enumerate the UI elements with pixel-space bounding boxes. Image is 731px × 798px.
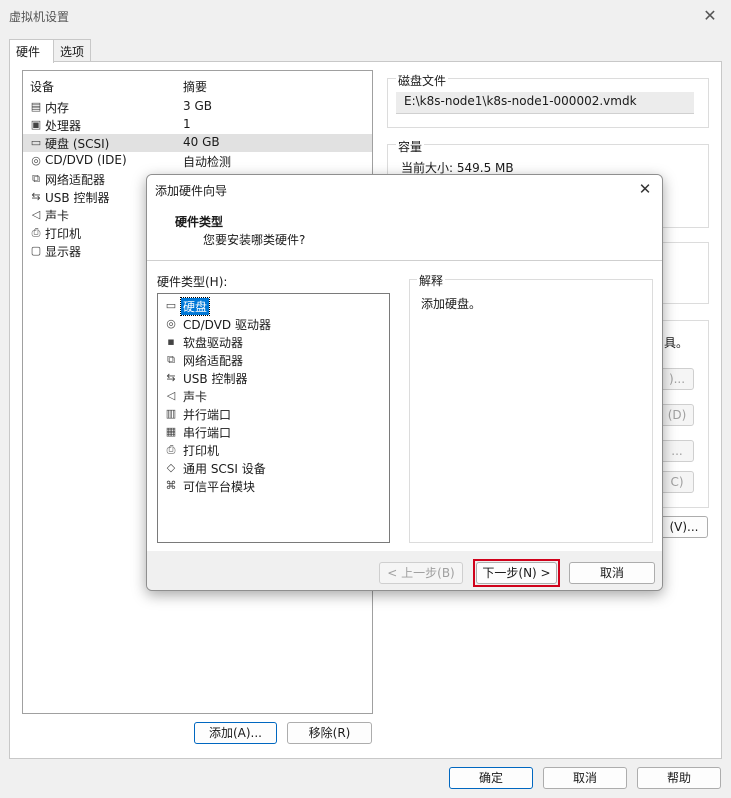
- utility-button-4[interactable]: C): [660, 471, 694, 493]
- add-hardware-wizard: 添加硬件向导 ✕ 硬件类型 您要安装哪类硬件? 硬件类型(H): ▭ 硬盘 ◎ CD/…: [146, 174, 663, 591]
- device-summary: 自动检测: [183, 155, 232, 169]
- network-adapter-icon: ⧉: [32, 172, 40, 185]
- cancel-button[interactable]: 取消: [543, 767, 627, 789]
- sound-icon: ◁: [166, 389, 176, 402]
- tab-hardware[interactable]: 硬件: [9, 39, 54, 63]
- hardware-type-item[interactable]: ▭ 硬盘: [158, 297, 389, 316]
- wizard-header: 硬件类型 您要安装哪类硬件?: [147, 203, 662, 261]
- hardware-type-item[interactable]: ▪ 软盘驱动器: [158, 333, 389, 351]
- hardware-type-item[interactable]: ⎙ 打印机: [158, 441, 389, 459]
- summary-column-header: 摘要: [183, 80, 208, 94]
- hardware-type-item[interactable]: ▥ 并行端口: [158, 405, 389, 423]
- sound-icon: ◁: [31, 208, 41, 221]
- device-row[interactable]: ▭ 硬盘 (SCSI) 40 GB: [23, 134, 372, 152]
- advanced-button[interactable]: (V)...: [660, 516, 708, 538]
- explanation-text: 添加硬盘。: [421, 297, 482, 311]
- hardware-type-item[interactable]: ◇ 通用 SCSI 设备: [158, 459, 389, 477]
- hardware-type-label: 硬件类型(H):: [157, 275, 228, 289]
- device-name: 网络适配器: [45, 173, 106, 187]
- capacity-label: 容量: [396, 138, 425, 155]
- display-icon: ▢: [30, 244, 42, 257]
- harddisk-icon: ▭: [30, 136, 42, 149]
- device-name: 声卡: [45, 209, 70, 223]
- hardware-type-label-text: 打印机: [183, 444, 220, 458]
- wizard-subheading: 您要安装哪类硬件?: [203, 233, 306, 247]
- window-titlebar: [0, 0, 731, 32]
- tab-options[interactable]: 选项: [53, 39, 91, 61]
- cdrom-icon: ◎: [31, 154, 41, 167]
- hardware-type-label-text: 软盘驱动器: [183, 336, 244, 350]
- wizard-heading: 硬件类型: [175, 215, 224, 229]
- hardware-type-item[interactable]: ◁ 声卡: [158, 387, 389, 405]
- serial-port-icon: ▦: [165, 425, 177, 438]
- explanation-group: [409, 279, 653, 543]
- wizard-body: 硬件类型(H): ▭ 硬盘 ◎ CD/DVD 驱动器 ▪ 软盘驱动器 ⧉ 网络适配器 ⇆ USB …: [147, 261, 662, 551]
- device-row[interactable]: ▣ 处理器 1: [23, 116, 372, 134]
- hardware-type-item[interactable]: ⧉ 网络适配器: [158, 351, 389, 369]
- hardware-type-label-text: CD/DVD 驱动器: [183, 318, 271, 332]
- device-row[interactable]: ◎ CD/DVD (IDE) 自动检测: [23, 152, 372, 170]
- disk-file-path: E:\k8s-node1\k8s-node1-000002.vmdk: [396, 92, 694, 114]
- device-name: 硬盘 (SCSI): [45, 137, 110, 151]
- device-summary: 3 GB: [183, 99, 212, 113]
- add-button[interactable]: 添加(A)...: [194, 722, 277, 744]
- hardware-type-label-text: 声卡: [183, 390, 208, 404]
- harddisk-icon: ▭: [165, 299, 177, 312]
- device-name: USB 控制器: [45, 191, 110, 205]
- hardware-type-label-text: 串行端口: [183, 426, 232, 440]
- hardware-type-item[interactable]: ⇆ USB 控制器: [158, 369, 389, 387]
- floppy-icon: ▪: [167, 335, 175, 348]
- hardware-type-item[interactable]: ⌘ 可信平台模块: [158, 477, 389, 495]
- printer-icon: ⎙: [166, 443, 176, 456]
- wizard-cancel-button[interactable]: 取消: [569, 562, 655, 584]
- hardware-type-item[interactable]: ◎ CD/DVD 驱动器: [158, 315, 389, 333]
- hardware-type-item[interactable]: ▦ 串行端口: [158, 423, 389, 441]
- explanation-label: 解释: [417, 272, 446, 289]
- window-title: 虚拟机设置: [9, 10, 70, 24]
- hardware-type-list[interactable]: ▭ 硬盘 ◎ CD/DVD 驱动器 ▪ 软盘驱动器 ⧉ 网络适配器 ⇆ USB 控制器 ◁ 声卡 ▥ 并行…: [157, 293, 390, 543]
- network-adapter-icon: ⧉: [167, 353, 175, 366]
- device-row[interactable]: ▤ 内存 3 GB: [23, 98, 372, 116]
- device-summary: 1: [183, 117, 191, 131]
- utilities-text-fragment: 具。: [664, 336, 689, 350]
- ok-button[interactable]: 确定: [449, 767, 533, 789]
- help-button[interactable]: 帮助: [637, 767, 721, 789]
- device-name: 显示器: [45, 245, 82, 259]
- printer-icon: ⎙: [31, 226, 41, 239]
- usb-icon: ⇆: [31, 190, 41, 203]
- hardware-type-label-text: 并行端口: [183, 408, 232, 422]
- scsi-icon: ◇: [166, 461, 176, 474]
- utility-button-2[interactable]: (D): [660, 404, 694, 426]
- tpm-icon: ⌘: [165, 479, 177, 492]
- wizard-titlebar: 添加硬件向导 ✕: [147, 175, 662, 203]
- device-summary: 40 GB: [183, 135, 220, 149]
- hardware-type-label-text: 硬盘: [179, 297, 211, 316]
- device-name: 打印机: [45, 227, 82, 241]
- utility-button-1[interactable]: )...: [660, 368, 694, 390]
- back-button[interactable]: < 上一步(B): [379, 562, 463, 584]
- memory-icon: ▤: [30, 100, 42, 113]
- hardware-type-label-text: 可信平台模块: [183, 480, 256, 494]
- wizard-title: 添加硬件向导: [155, 184, 228, 198]
- wizard-close-icon[interactable]: ✕: [634, 178, 656, 200]
- wizard-footer: < 上一步(B) 下一步(N) > 取消: [147, 551, 662, 590]
- usb-icon: ⇆: [166, 371, 176, 384]
- hardware-type-label-text: 通用 SCSI 设备: [183, 462, 266, 476]
- hardware-type-label-text: USB 控制器: [183, 372, 248, 386]
- disk-file-label: 磁盘文件: [396, 72, 449, 89]
- processor-icon: ▣: [30, 118, 42, 131]
- device-name: CD/DVD (IDE): [45, 153, 127, 167]
- cdrom-icon: ◎: [166, 317, 176, 330]
- hardware-type-label-text: 网络适配器: [183, 354, 244, 368]
- remove-button[interactable]: 移除(R): [287, 722, 372, 744]
- utility-button-3[interactable]: ...: [660, 440, 694, 462]
- device-name: 处理器: [45, 119, 82, 133]
- device-name: 内存: [45, 101, 70, 115]
- next-button[interactable]: 下一步(N) >: [476, 562, 557, 584]
- parallel-port-icon: ▥: [165, 407, 177, 420]
- device-column-header: 设备: [30, 80, 55, 94]
- close-icon[interactable]: ✕: [697, 4, 723, 28]
